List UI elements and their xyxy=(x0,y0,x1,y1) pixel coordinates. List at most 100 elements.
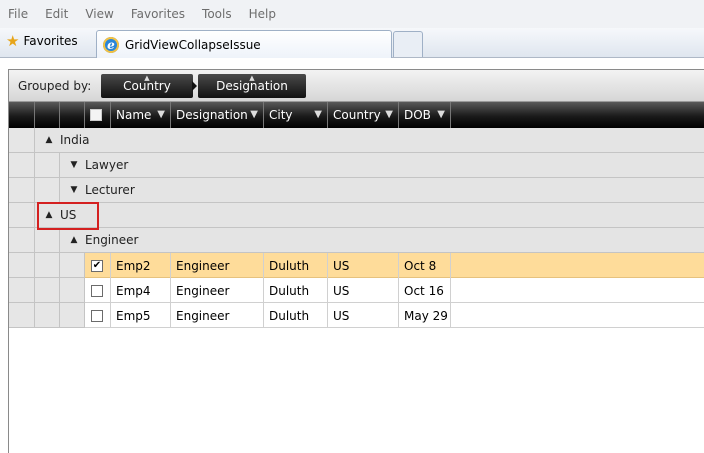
row-checkbox[interactable] xyxy=(91,309,103,322)
group-indent xyxy=(60,278,85,303)
tab-title: GridViewCollapseIssue xyxy=(125,37,261,52)
row-indicator xyxy=(9,153,35,178)
group-chip-country[interactable]: ▲ Country xyxy=(101,74,193,98)
column-header-label: Country xyxy=(333,108,381,122)
group-label: Lawyer xyxy=(85,158,129,172)
group-label: Lecturer xyxy=(85,183,135,197)
cell-designation[interactable]: Engineer xyxy=(171,253,264,278)
group-indent xyxy=(35,278,60,303)
filter-icon[interactable]: ▼ xyxy=(250,109,258,120)
row-select-cell xyxy=(85,278,111,303)
group-indent xyxy=(35,303,60,328)
group-header-india[interactable]: ▲ India xyxy=(35,128,704,153)
group-header-us[interactable]: ▲ US xyxy=(35,203,704,228)
group-header-engineer[interactable]: ▲ Engineer xyxy=(60,228,704,253)
table-row[interactable]: Emp4 Engineer Duluth US Oct 16 xyxy=(9,278,704,303)
group-row-us: ▲ US xyxy=(9,203,704,228)
indent-header xyxy=(35,102,60,128)
row-indicator xyxy=(9,228,35,253)
browser-tab[interactable]: e GridViewCollapseIssue xyxy=(96,30,392,58)
cell-dob[interactable]: May 29 xyxy=(399,303,451,328)
row-checkbox-checked[interactable]: ✔ xyxy=(91,259,103,272)
select-all-checkbox[interactable] xyxy=(90,109,102,121)
row-indicator xyxy=(9,203,35,228)
cell-name[interactable]: Emp4 xyxy=(111,278,171,303)
group-indent xyxy=(35,228,60,253)
column-header-label: Designation xyxy=(176,108,248,122)
cell-dob[interactable]: Oct 8 xyxy=(399,253,451,278)
expand-icon[interactable]: ▼ xyxy=(68,185,80,195)
data-row[interactable]: Emp4 Engineer Duluth US Oct 16 xyxy=(85,278,704,303)
group-row-lawyer: ▼ Lawyer xyxy=(9,153,704,178)
group-row-india: ▲ India xyxy=(9,128,704,153)
collapse-icon[interactable]: ▲ xyxy=(68,235,80,245)
row-indicator xyxy=(9,128,35,153)
menu-bar: File Edit View Favorites Tools Help xyxy=(0,0,704,28)
grouped-by-label: Grouped by: xyxy=(18,79,92,93)
group-indent xyxy=(35,253,60,278)
data-row[interactable]: Emp5 Engineer Duluth US May 29 xyxy=(85,303,704,328)
sort-asc-icon: ▲ xyxy=(249,74,255,82)
indent-header xyxy=(9,102,35,128)
cell-designation[interactable]: Engineer xyxy=(171,278,264,303)
column-header-label: DOB xyxy=(404,108,431,122)
menu-edit[interactable]: Edit xyxy=(45,7,68,21)
data-row-selected[interactable]: ✔ Emp2 Engineer Duluth US Oct 8 xyxy=(85,253,704,278)
menu-tools[interactable]: Tools xyxy=(202,7,232,21)
group-row-lecturer: ▼ Lecturer xyxy=(9,178,704,203)
group-indent xyxy=(60,303,85,328)
table-row[interactable]: Emp5 Engineer Duluth US May 29 xyxy=(9,303,704,328)
filter-icon[interactable]: ▼ xyxy=(314,109,322,120)
menu-help[interactable]: Help xyxy=(249,7,276,21)
table-row[interactable]: ✔ Emp2 Engineer Duluth US Oct 8 xyxy=(9,253,704,278)
sort-asc-icon: ▲ xyxy=(144,74,150,82)
group-row-engineer: ▲ Engineer xyxy=(9,228,704,253)
row-indicator xyxy=(9,253,35,278)
cell-designation[interactable]: Engineer xyxy=(171,303,264,328)
group-header-lecturer[interactable]: ▼ Lecturer xyxy=(60,178,704,203)
star-icon: ★ xyxy=(6,32,20,50)
favorites-bar: ★ Favorites e GridViewCollapseIssue xyxy=(0,28,704,58)
row-indicator xyxy=(9,303,35,328)
row-indicator xyxy=(9,178,35,203)
group-label: Engineer xyxy=(85,233,139,247)
column-header-label: City xyxy=(269,108,293,122)
cell-city[interactable]: Duluth xyxy=(264,303,328,328)
column-header-name[interactable]: Name ▼ xyxy=(111,102,171,128)
row-checkbox[interactable] xyxy=(91,284,103,297)
cell-city[interactable]: Duluth xyxy=(264,253,328,278)
menu-favorites[interactable]: Favorites xyxy=(131,7,185,21)
group-chip-designation[interactable]: ▲ Designation xyxy=(198,74,306,98)
menu-file[interactable]: File xyxy=(8,7,28,21)
expand-icon[interactable]: ▼ xyxy=(68,160,80,170)
menu-view[interactable]: View xyxy=(85,7,113,21)
group-indent xyxy=(35,178,60,203)
favorites-button[interactable]: ★ Favorites xyxy=(6,32,78,50)
column-header-row: Name ▼ Designation ▼ City ▼ Country ▼ DO… xyxy=(9,102,704,128)
group-header-lawyer[interactable]: ▼ Lawyer xyxy=(60,153,704,178)
cell-city[interactable]: Duluth xyxy=(264,278,328,303)
group-separator-icon xyxy=(192,81,197,91)
filter-icon[interactable]: ▼ xyxy=(437,109,445,120)
group-indent xyxy=(35,153,60,178)
favorites-label: Favorites xyxy=(23,34,78,48)
row-indicator xyxy=(9,278,35,303)
column-header-designation[interactable]: Designation ▼ xyxy=(171,102,264,128)
cell-dob[interactable]: Oct 16 xyxy=(399,278,451,303)
cell-name[interactable]: Emp2 xyxy=(111,253,171,278)
cell-name[interactable]: Emp5 xyxy=(111,303,171,328)
filter-icon[interactable]: ▼ xyxy=(385,109,393,120)
indent-header xyxy=(60,102,85,128)
column-header-dob[interactable]: DOB ▼ xyxy=(399,102,451,128)
filter-icon[interactable]: ▼ xyxy=(157,109,165,120)
new-tab-button[interactable] xyxy=(393,31,423,57)
group-label: India xyxy=(60,133,90,147)
annotation-highlight-box xyxy=(37,202,99,230)
column-header-country[interactable]: Country ▼ xyxy=(328,102,399,128)
cell-country[interactable]: US xyxy=(328,303,399,328)
collapse-icon[interactable]: ▲ xyxy=(43,135,55,145)
cell-country[interactable]: US xyxy=(328,253,399,278)
column-header-city[interactable]: City ▼ xyxy=(264,102,328,128)
select-all-header xyxy=(85,102,111,128)
cell-country[interactable]: US xyxy=(328,278,399,303)
